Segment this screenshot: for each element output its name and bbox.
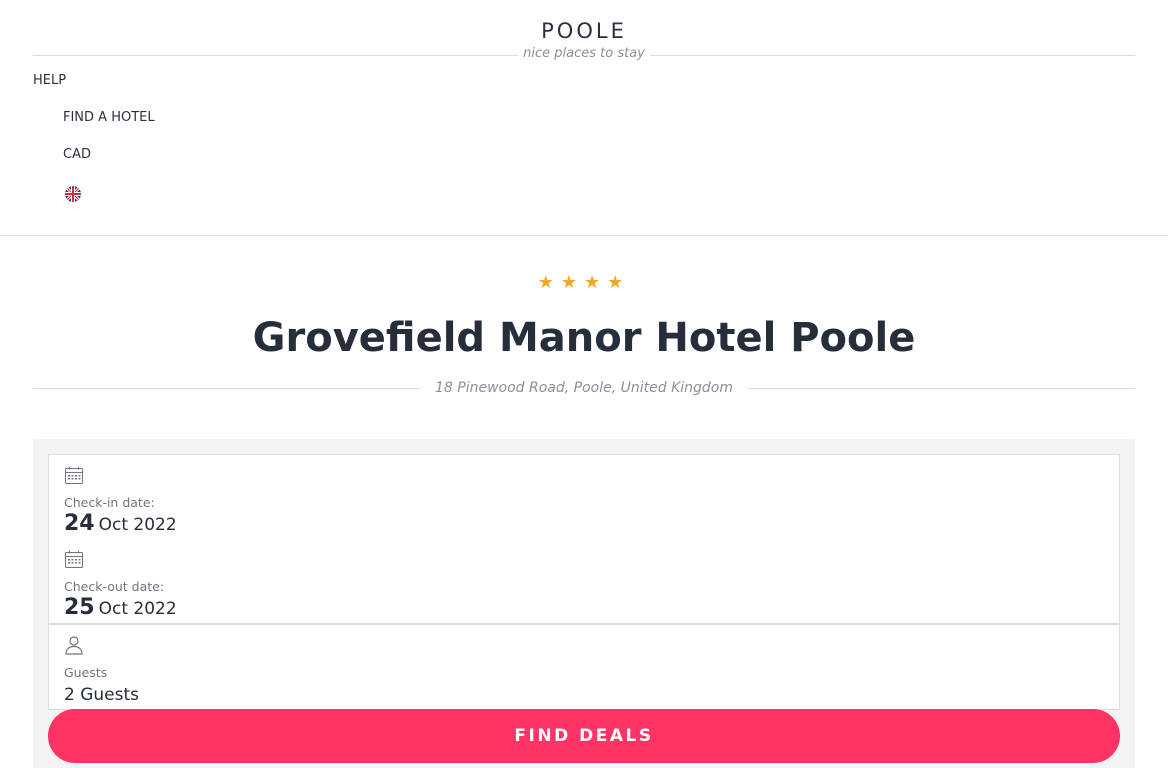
calendar-icon: [64, 549, 84, 569]
checkout-value: 25 Oct 2022: [64, 595, 177, 620]
checkout-month-year: Oct 2022: [98, 599, 177, 619]
brand-name[interactable]: POOLE: [0, 19, 1168, 43]
brand-tagline-text: nice places to stay: [518, 46, 650, 61]
date-range-picker[interactable]: Check-in date: 24 Oct 2022 Check-out date…: [48, 454, 1120, 624]
checkin-label: Check-in date:: [64, 495, 155, 510]
find-deals-button[interactable]: FIND DEALS: [48, 709, 1120, 763]
guests-value: 2 Guests: [64, 685, 140, 705]
guests-label: Guests: [64, 665, 108, 680]
nav-find-hotel-link[interactable]: FIND A HOTEL: [63, 110, 155, 125]
checkin-day: 24: [64, 511, 95, 536]
hotel-name: Grovefield Manor Hotel Poole: [252, 315, 916, 361]
star-icon: ★: [607, 272, 631, 293]
hotel-address-text: 18 Pinewood Road, Poole, United Kingdom: [419, 380, 748, 396]
checkout-day: 25: [64, 595, 95, 620]
star-rating: ★★★★: [0, 272, 1168, 293]
person-icon: [64, 635, 84, 655]
currency-selector[interactable]: CAD: [63, 147, 91, 162]
site-header: POOLE nice places to stay HELP FIND A HO…: [0, 0, 1168, 236]
star-icon: ★: [584, 272, 608, 293]
guests-selector[interactable]: Guests 2 Guests: [48, 624, 1120, 710]
checkin-month-year: Oct 2022: [98, 515, 177, 535]
uk-flag-icon[interactable]: [65, 185, 81, 203]
brand-tagline: nice places to stay: [0, 46, 1168, 61]
star-icon: ★: [560, 272, 584, 293]
calendar-icon: [64, 465, 84, 485]
nav-help-link[interactable]: HELP: [33, 73, 66, 88]
hotel-address: 18 Pinewood Road, Poole, United Kingdom: [0, 380, 1168, 396]
star-icon: ★: [537, 272, 561, 293]
checkin-value: 24 Oct 2022: [64, 511, 177, 536]
checkout-label: Check-out date:: [64, 579, 165, 594]
